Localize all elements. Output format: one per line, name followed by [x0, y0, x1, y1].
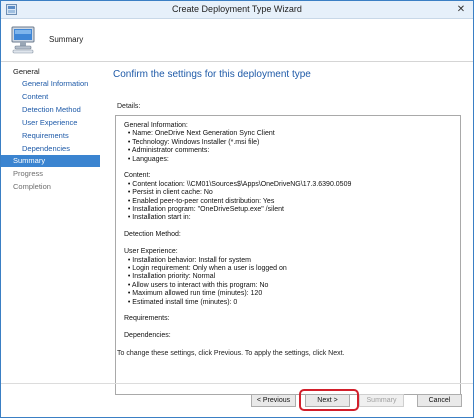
wizard-header: Summary — [1, 20, 473, 62]
nav-item-user-experience[interactable]: User Experience — [22, 117, 77, 129]
next-button-highlight — [299, 389, 359, 411]
nav-item-summary[interactable]: Summary — [1, 155, 100, 167]
instructions-text: To change these settings, click Previous… — [117, 350, 345, 357]
summary-button: Summary — [359, 394, 404, 407]
footer-divider — [1, 383, 473, 384]
nav-item-completion: Completion — [13, 182, 51, 191]
nav-item-detection-method[interactable]: Detection Method — [22, 104, 81, 116]
title-bar: Create Deployment Type Wizard ✕ — [1, 1, 473, 19]
content-pane: Confirm the settings for this deployment… — [101, 63, 473, 395]
previous-button[interactable]: < Previous — [251, 394, 296, 407]
wizard-nav: General General Information Content Dete… — [1, 63, 101, 363]
nav-item-dependencies[interactable]: Dependencies — [22, 143, 70, 155]
nav-item-general-information[interactable]: General Information — [22, 78, 88, 90]
nav-item-requirements[interactable]: Requirements — [22, 130, 69, 142]
cancel-button[interactable]: Cancel — [417, 394, 462, 407]
computer-install-icon — [11, 26, 35, 54]
details-text: General Information: • Name: OneDrive Ne… — [124, 122, 352, 340]
nav-item-general[interactable]: General — [13, 66, 40, 78]
details-label: Details: — [117, 103, 141, 110]
page-heading: Summary — [49, 35, 84, 44]
nav-item-content[interactable]: Content — [22, 91, 48, 103]
confirm-heading: Confirm the settings for this deployment… — [113, 69, 311, 80]
window-title: Create Deployment Type Wizard — [172, 4, 302, 14]
nav-item-progress: Progress — [13, 169, 44, 178]
wizard-window: Create Deployment Type Wizard ✕ Summary … — [0, 0, 474, 418]
close-icon[interactable]: ✕ — [455, 4, 467, 15]
